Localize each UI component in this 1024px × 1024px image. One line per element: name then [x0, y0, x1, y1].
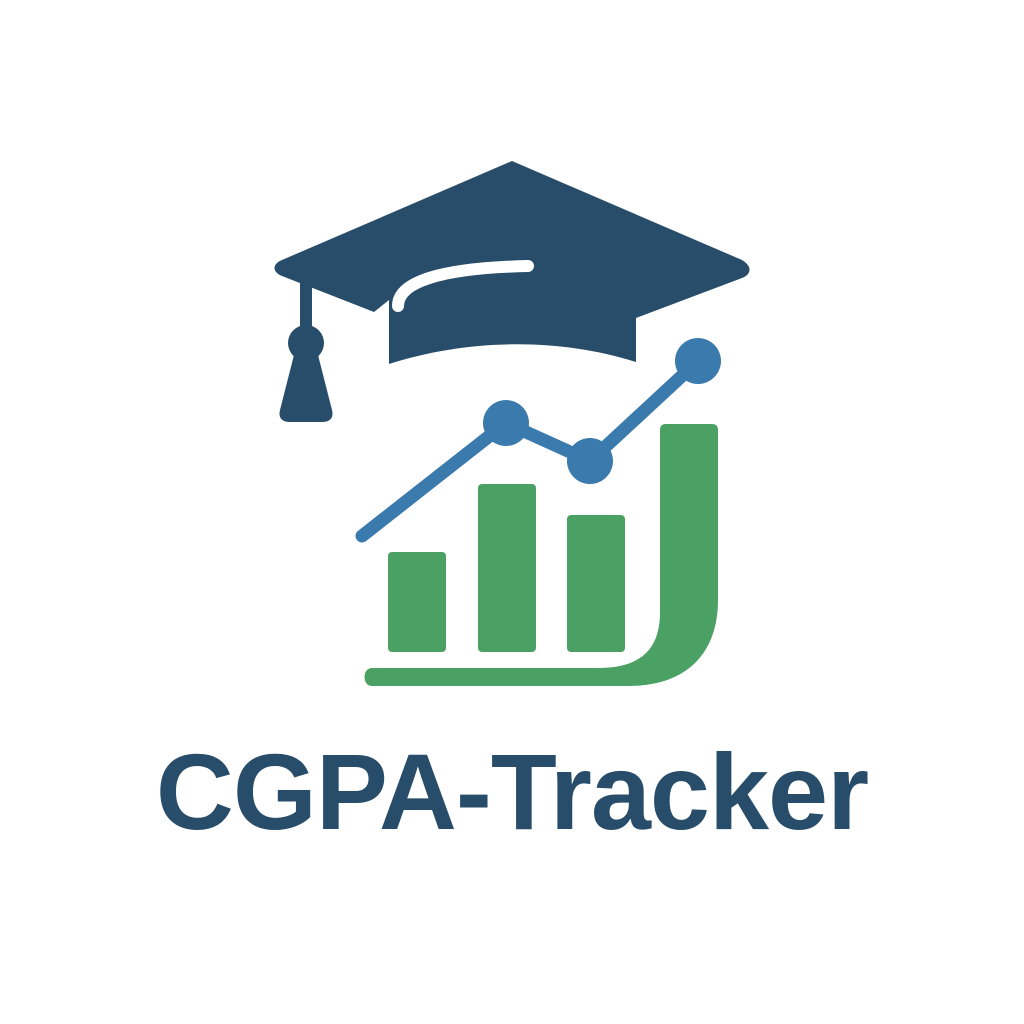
- trend-point-1: [483, 400, 529, 446]
- bar-1: [388, 552, 446, 652]
- logo: CGPA-Tracker: [0, 0, 1024, 1024]
- bar-chart-icon: [364, 424, 718, 686]
- bar-3: [567, 515, 625, 652]
- logo-mark: [274, 161, 750, 686]
- trend-point-3: [675, 338, 721, 384]
- tassel-end: [279, 355, 333, 422]
- trend-point-2: [567, 438, 613, 484]
- brand-name: CGPA-Tracker: [155, 731, 869, 852]
- bar-2: [478, 484, 536, 652]
